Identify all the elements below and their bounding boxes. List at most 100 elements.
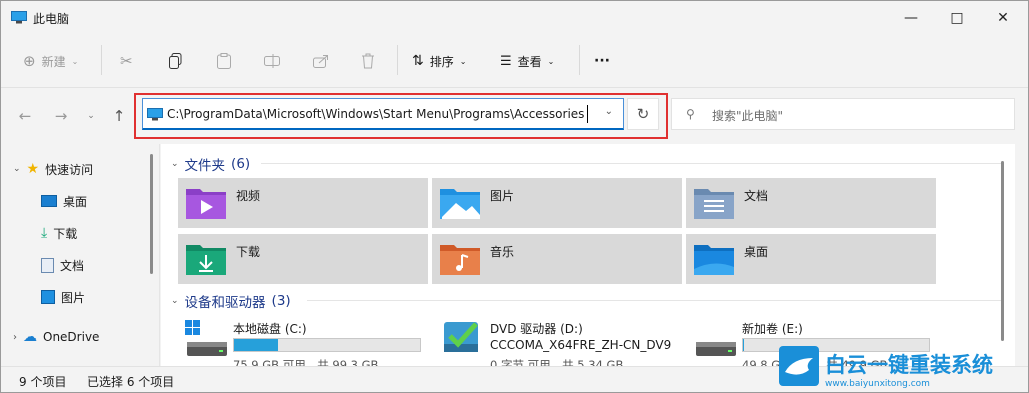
search-box[interactable]: ⚲ 搜索"此电脑" bbox=[671, 98, 1015, 130]
picture-icon bbox=[41, 290, 55, 304]
minimize-button[interactable]: — bbox=[888, 1, 934, 35]
sidebar-item-onedrive[interactable]: › ☁ OneDrive bbox=[13, 325, 99, 349]
folders-header-label: 文件夹 bbox=[184, 158, 226, 174]
sort-icon: ⇅ bbox=[412, 53, 424, 69]
forward-arrow-icon[interactable]: → bbox=[51, 106, 71, 126]
explorer-window: 此电脑 — □ ✕ ⊕ 新建 ⌄ ✂ ⇅ 排序 ⌄ ☰ 查看 ⌄ ··· ← →… bbox=[0, 0, 1029, 393]
rename-icon bbox=[264, 54, 280, 68]
folder-label: 音乐 bbox=[490, 245, 515, 259]
close-button[interactable]: ✕ bbox=[980, 1, 1026, 35]
search-placeholder: 搜索"此电脑" bbox=[712, 109, 784, 123]
sidebar-item-desktop[interactable]: 桌面 📌 bbox=[41, 189, 181, 213]
chevron-down-icon: ⌄ bbox=[547, 56, 555, 66]
folder-label: 文档 bbox=[744, 189, 769, 203]
sidebar-scrollbar[interactable] bbox=[150, 154, 153, 274]
music-folder-icon bbox=[440, 245, 480, 275]
videos-folder-icon bbox=[186, 189, 226, 219]
paste-button[interactable] bbox=[217, 49, 231, 73]
refresh-button[interactable]: ↻ bbox=[627, 98, 659, 130]
rename-button[interactable] bbox=[264, 49, 280, 73]
pictures-folder-icon bbox=[440, 189, 480, 219]
folder-videos[interactable]: 视频 bbox=[178, 178, 428, 228]
navigation-row: ← → ⌄ ↑ C:\ProgramData\Microsoft\Windows… bbox=[1, 88, 1028, 144]
sidebar-item-quick-access[interactable]: ⌄ ★ 快速访问 bbox=[13, 157, 93, 181]
folders-count: (6) bbox=[231, 156, 251, 172]
view-icon: ☰ bbox=[500, 53, 512, 69]
content-scrollbar[interactable] bbox=[1001, 161, 1004, 341]
command-bar: ⊕ 新建 ⌄ ✂ ⇅ 排序 ⌄ ☰ 查看 ⌄ ··· bbox=[1, 35, 1028, 88]
up-arrow-icon[interactable]: ↑ bbox=[109, 106, 129, 126]
desktop-icon bbox=[41, 195, 57, 207]
text-caret bbox=[587, 105, 588, 123]
downloads-folder-icon bbox=[186, 245, 226, 275]
dvd-drive-icon bbox=[444, 322, 478, 352]
cut-button[interactable]: ✂ bbox=[120, 49, 133, 73]
sidebar-item-documents[interactable]: 文档 📌 bbox=[41, 253, 181, 277]
drive-volume-label: CCCOMA_X64FRE_ZH-CN_DV9 bbox=[490, 338, 672, 352]
back-arrow-icon[interactable]: ← bbox=[15, 106, 35, 126]
folders-section-header[interactable]: ⌄ 文件夹 (6) bbox=[171, 154, 250, 174]
toolbar-divider bbox=[101, 45, 102, 75]
folder-label: 图片 bbox=[490, 189, 515, 203]
chevron-down-icon: ⌄ bbox=[13, 164, 21, 174]
chevron-down-icon: ⌄ bbox=[459, 56, 467, 66]
document-icon bbox=[41, 257, 54, 273]
sidebar-item-label: 快速访问 bbox=[45, 162, 94, 177]
delete-button[interactable] bbox=[361, 49, 375, 73]
recent-locations-chevron-icon[interactable]: ⌄ bbox=[81, 106, 101, 126]
pane-divider[interactable] bbox=[159, 144, 160, 366]
address-bar[interactable]: C:\ProgramData\Microsoft\Windows\Start M… bbox=[142, 98, 624, 130]
view-button[interactable]: ☰ 查看 ⌄ bbox=[500, 49, 554, 73]
folder-label: 下载 bbox=[236, 245, 261, 259]
cloud-icon: ☁ bbox=[23, 329, 37, 345]
watermark-title: 白云一键重装系统 bbox=[825, 353, 993, 377]
sidebar-item-label: OneDrive bbox=[43, 330, 100, 344]
this-pc-icon bbox=[147, 108, 163, 121]
sidebar-item-label: 下载 bbox=[53, 226, 78, 241]
sidebar-item-downloads[interactable]: ⤓ 下载 📌 bbox=[41, 221, 181, 245]
folder-music[interactable]: 音乐 bbox=[432, 234, 682, 284]
drive-name: DVD 驱动器 (D:) bbox=[490, 322, 583, 336]
drive-name: 新加卷 (E:) bbox=[742, 322, 803, 336]
title-bar: 此电脑 — □ ✕ bbox=[1, 1, 1028, 35]
sort-button[interactable]: ⇅ 排序 ⌄ bbox=[412, 49, 466, 73]
search-icon: ⚲ bbox=[686, 107, 695, 121]
view-label: 查看 bbox=[517, 54, 542, 69]
folder-pictures[interactable]: 图片 bbox=[432, 178, 682, 228]
documents-folder-icon bbox=[694, 189, 734, 219]
drives-section-header[interactable]: ⌄ 设备和驱动器 (3) bbox=[171, 291, 291, 311]
refresh-icon: ↻ bbox=[636, 105, 650, 123]
share-icon bbox=[313, 55, 328, 68]
system-drive-icon bbox=[185, 320, 227, 356]
toolbar-divider bbox=[397, 45, 398, 75]
copy-icon bbox=[169, 53, 182, 69]
folder-documents[interactable]: 文档 bbox=[686, 178, 936, 228]
new-label: 新建 bbox=[41, 54, 66, 69]
address-dropdown-icon[interactable]: ⌄ bbox=[605, 106, 613, 117]
folder-label: 桌面 bbox=[744, 245, 769, 259]
more-options-button[interactable]: ··· bbox=[594, 49, 610, 73]
sidebar-item-label: 图片 bbox=[61, 290, 86, 305]
drive-name: 本地磁盘 (C:) bbox=[233, 322, 307, 336]
address-path[interactable]: C:\ProgramData\Microsoft\Windows\Start M… bbox=[167, 107, 584, 121]
paste-icon bbox=[217, 53, 231, 69]
folder-downloads[interactable]: 下载 bbox=[178, 234, 428, 284]
section-divider bbox=[307, 300, 1001, 301]
item-count: 9 个项目 bbox=[19, 375, 67, 389]
content-pane: ⌄ 文件夹 (6) 视频 图片 文档 下载 音乐 桌面 ⌄ 设备和驱动器 (3)… bbox=[161, 144, 1015, 372]
folder-label: 视频 bbox=[236, 189, 261, 203]
drives-header-label: 设备和驱动器 bbox=[184, 295, 266, 311]
selected-count: 已选择 6 个项目 bbox=[87, 375, 175, 389]
chevron-right-icon: › bbox=[13, 331, 17, 343]
folder-desktop[interactable]: 桌面 bbox=[686, 234, 936, 284]
maximize-button[interactable]: □ bbox=[934, 1, 980, 35]
chevron-down-icon: ⌄ bbox=[171, 159, 179, 169]
new-button[interactable]: ⊕ 新建 ⌄ bbox=[23, 49, 78, 73]
sort-label: 排序 bbox=[429, 54, 454, 69]
sidebar-item-label: 桌面 bbox=[63, 194, 88, 209]
sidebar-item-pictures[interactable]: 图片 📌 bbox=[41, 285, 181, 309]
hard-drive-icon bbox=[696, 342, 736, 356]
share-button[interactable] bbox=[313, 49, 329, 73]
this-pc-icon bbox=[11, 11, 27, 24]
copy-button[interactable] bbox=[169, 49, 183, 73]
